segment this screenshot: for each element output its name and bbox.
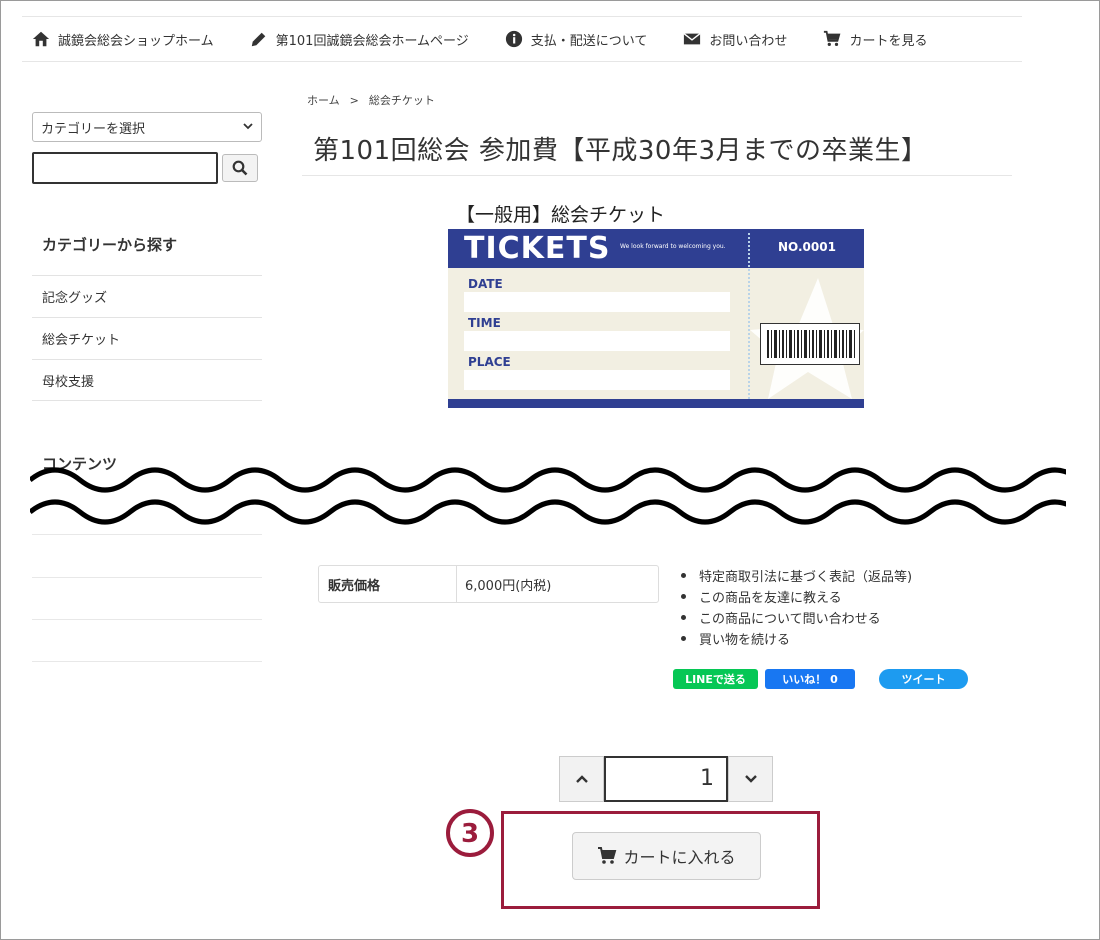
quantity-increase-button[interactable]	[559, 756, 604, 802]
nav-shop-home-label: 誠鏡会総会ショップホーム	[58, 33, 214, 49]
perforation	[748, 233, 750, 403]
ticket-tagline: We look forward to welcoming you.	[620, 243, 726, 250]
ticket-field-box	[464, 331, 730, 351]
add-to-cart-button[interactable]: カートに入れる	[572, 832, 761, 880]
nav-view-cart[interactable]: カートを見る	[823, 30, 927, 49]
barcode	[760, 323, 860, 365]
divider	[32, 577, 262, 578]
category-item[interactable]: 母校支援	[32, 359, 262, 401]
category-list: 記念グッズ 総会チケット 母校支援	[32, 275, 262, 401]
home-icon	[32, 31, 50, 47]
quantity-stepper: 1	[559, 756, 773, 802]
line-share-label: LINEで送る	[685, 673, 746, 686]
info-icon	[505, 30, 522, 48]
category-select-value: カテゴリーを選択	[41, 121, 146, 137]
price-label: 販売価格	[319, 566, 457, 602]
breadcrumb-category[interactable]: 総会チケット	[369, 94, 435, 107]
link-tell-friend[interactable]: この商品を友達に教える	[681, 586, 912, 607]
ticket-field-label: PLACE	[468, 355, 511, 369]
category-item[interactable]: 総会チケット	[32, 317, 262, 359]
step-number-marker: 3	[446, 809, 494, 857]
tweet-label: ツイート	[901, 673, 946, 686]
link-legal-notice-label: 特定商取引法に基づく表記（返品等)	[699, 570, 913, 585]
category-select[interactable]: カテゴリーを選択	[32, 112, 262, 142]
step-number: 3	[461, 819, 479, 849]
cart-icon	[824, 30, 841, 47]
link-product-inquiry-label: この商品について問い合わせる	[699, 612, 881, 627]
nav-contact-label: お問い合わせ	[709, 33, 788, 49]
facebook-like-button[interactable]: いいね！ 0	[765, 669, 855, 689]
nav-payment-shipping[interactable]: 支払・配送について	[505, 30, 648, 49]
quantity-decrease-button[interactable]	[728, 756, 773, 802]
ticket-number: NO.0001	[778, 240, 836, 254]
nav-payment-shipping-label: 支払・配送について	[530, 33, 648, 49]
cart-icon	[598, 847, 617, 864]
breadcrumb-home[interactable]: ホーム	[307, 94, 340, 107]
category-heading: カテゴリーから探す	[42, 236, 178, 254]
pencil-icon	[251, 32, 265, 47]
mail-icon	[683, 33, 701, 45]
breadcrumb: ホーム > 総会チケット	[307, 92, 445, 108]
link-product-inquiry[interactable]: この商品について問い合わせる	[681, 607, 912, 628]
link-legal-notice[interactable]: 特定商取引法に基づく表記（返品等)	[681, 565, 912, 586]
divider	[32, 661, 262, 662]
search-button[interactable]	[222, 154, 258, 182]
breadcrumb-separator: >	[349, 94, 359, 107]
search-input[interactable]	[32, 152, 218, 184]
nav-contact[interactable]: お問い合わせ	[683, 30, 787, 49]
ticket-field-box	[464, 292, 730, 312]
chevron-up-icon	[575, 775, 588, 783]
chevron-down-icon	[243, 123, 253, 130]
ticket-field-label: DATE	[468, 277, 503, 291]
chevron-down-icon	[744, 775, 757, 783]
price-value: 6,000円(内税)	[465, 579, 552, 594]
tweet-button[interactable]: ツイート	[879, 669, 968, 689]
ticket-field-label: TIME	[468, 316, 501, 330]
top-navigation: 誠鏡会総会ショップホーム 第101回誠鏡会総会ホームページ 支払・配送について …	[22, 16, 1022, 62]
divider	[32, 619, 262, 620]
ticket-heading: TICKETS	[464, 231, 611, 266]
search-icon	[232, 160, 248, 176]
ticket-field-box	[464, 370, 730, 390]
nav-view-cart-label: カートを見る	[849, 33, 928, 49]
link-continue-shopping[interactable]: 買い物を続ける	[681, 628, 912, 649]
product-image-ticket: TICKETS We look forward to welcoming you…	[448, 229, 864, 408]
nav-event-homepage-label: 第101回誠鏡会総会ホームページ	[275, 33, 469, 49]
facebook-like-label: いいね！ 0	[782, 673, 838, 686]
omission-wave-divider	[30, 467, 1066, 525]
nav-shop-home[interactable]: 誠鏡会総会ショップホーム	[32, 30, 214, 49]
link-tell-friend-label: この商品を友達に教える	[699, 591, 842, 606]
link-continue-shopping-label: 買い物を続ける	[699, 633, 791, 648]
line-share-button[interactable]: LINEで送る	[673, 669, 758, 689]
image-caption: 【一般用】総会チケット	[456, 204, 666, 226]
category-item[interactable]: 記念グッズ	[32, 275, 262, 317]
product-links: 特定商取引法に基づく表記（返品等) この商品を友達に教える この商品について問い…	[681, 565, 912, 649]
product-title: 第101回総会 参加費【平成30年3月までの卒業生】	[302, 130, 1012, 176]
add-to-cart-label: カートに入れる	[623, 848, 736, 867]
nav-event-homepage[interactable]: 第101回誠鏡会総会ホームページ	[250, 30, 469, 49]
quantity-input[interactable]: 1	[604, 756, 728, 802]
ticket-bottom-band	[448, 399, 864, 408]
price-table: 販売価格 6,000円(内税)	[318, 565, 659, 603]
